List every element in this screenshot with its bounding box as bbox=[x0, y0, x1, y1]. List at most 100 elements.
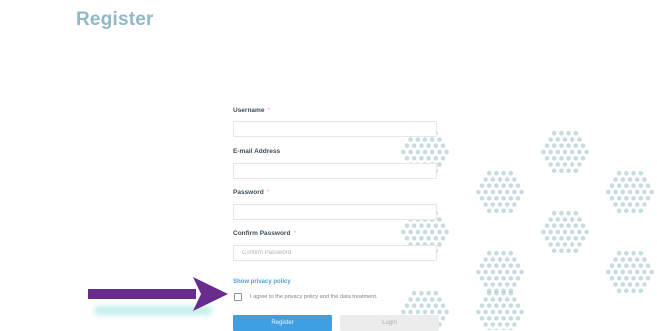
pattern-dot bbox=[486, 170, 492, 176]
pattern-dot bbox=[569, 137, 575, 142]
username-input[interactable] bbox=[233, 121, 437, 137]
show-privacy-policy-link[interactable]: Show privacy policy bbox=[233, 279, 291, 285]
pattern-dot bbox=[634, 202, 640, 207]
pattern-dot bbox=[501, 316, 506, 321]
register-button[interactable]: Register bbox=[233, 315, 332, 331]
page-title: Register bbox=[76, 9, 154, 30]
pattern-dot bbox=[631, 288, 636, 294]
pattern-dot bbox=[555, 149, 561, 155]
pattern-dot bbox=[559, 156, 564, 161]
pattern-dot bbox=[419, 223, 424, 228]
arrow-head bbox=[193, 277, 228, 311]
pattern-dot bbox=[497, 309, 503, 315]
pattern-dot bbox=[476, 309, 481, 315]
pattern-dot bbox=[638, 170, 644, 176]
pattern-dot bbox=[544, 156, 550, 161]
pattern-dot bbox=[551, 143, 557, 148]
pattern-dot bbox=[483, 322, 488, 327]
pattern-dot bbox=[573, 236, 579, 241]
pattern-dot bbox=[508, 170, 514, 176]
pattern-dot bbox=[404, 143, 410, 148]
pattern-dot bbox=[642, 282, 647, 287]
pattern-dot bbox=[551, 130, 557, 136]
pattern-dot bbox=[501, 250, 506, 256]
pattern-dot bbox=[627, 202, 633, 207]
pattern-dot bbox=[408, 229, 413, 235]
pattern-dot bbox=[512, 282, 517, 287]
username-label: Username * bbox=[233, 107, 270, 114]
pattern-dot bbox=[638, 183, 644, 188]
pattern-dot bbox=[559, 168, 564, 174]
pattern-dot bbox=[483, 202, 488, 207]
password-input[interactable] bbox=[233, 204, 437, 220]
login-button[interactable]: Login bbox=[340, 315, 439, 331]
pattern-dot bbox=[569, 149, 575, 155]
pattern-dot bbox=[577, 137, 582, 142]
confirm-password-input[interactable] bbox=[233, 245, 437, 261]
purple-arrow-annotation bbox=[88, 277, 228, 315]
pattern-dot bbox=[562, 217, 568, 222]
pattern-dot bbox=[440, 143, 446, 148]
pattern-dot bbox=[569, 242, 575, 247]
pattern-dot bbox=[444, 309, 449, 315]
pattern-dot bbox=[422, 137, 428, 142]
pattern-dot bbox=[566, 168, 571, 174]
pattern-dot bbox=[515, 303, 521, 308]
pattern-dot bbox=[548, 229, 553, 235]
pattern-dot bbox=[638, 263, 644, 268]
pattern-dot bbox=[551, 168, 557, 174]
pattern-dot bbox=[512, 269, 517, 275]
pattern-dot bbox=[494, 170, 499, 176]
pattern-dot bbox=[437, 137, 442, 142]
pattern-dot bbox=[415, 137, 421, 142]
pattern-dot bbox=[483, 297, 488, 302]
pattern-dot bbox=[555, 242, 561, 247]
pattern-dot bbox=[609, 183, 615, 188]
pattern-dot bbox=[559, 130, 564, 136]
pattern-dot bbox=[631, 263, 636, 268]
pattern-dot bbox=[401, 229, 406, 235]
pattern-dot bbox=[562, 242, 568, 247]
email-input[interactable] bbox=[233, 163, 437, 179]
pattern-dot bbox=[638, 288, 644, 294]
pattern-dot bbox=[494, 263, 499, 268]
pattern-dot bbox=[634, 189, 640, 195]
pattern-dot bbox=[555, 217, 561, 222]
pattern-dot bbox=[577, 217, 582, 222]
pattern-dot bbox=[404, 236, 410, 241]
pattern-dot bbox=[415, 297, 421, 302]
confirm-password-label: Confirm Password * bbox=[233, 230, 296, 237]
pattern-dot bbox=[440, 223, 446, 228]
pattern-dot bbox=[426, 143, 431, 148]
pattern-dot bbox=[490, 322, 496, 327]
pattern-dot bbox=[620, 202, 626, 207]
pattern-dot bbox=[494, 303, 499, 308]
pattern-dot bbox=[411, 143, 417, 148]
pattern-dot bbox=[444, 229, 449, 235]
pattern-dot bbox=[642, 189, 647, 195]
pattern-dot bbox=[569, 229, 575, 235]
pattern-dot bbox=[497, 257, 503, 262]
pattern-dot bbox=[580, 236, 586, 241]
pattern-dot bbox=[419, 290, 424, 296]
pattern-dot bbox=[616, 196, 622, 201]
pattern-dot bbox=[627, 269, 633, 275]
pattern-dot bbox=[584, 149, 589, 155]
pattern-dot bbox=[419, 236, 424, 241]
pattern-dot bbox=[551, 210, 557, 216]
pattern-dot bbox=[577, 149, 582, 155]
pattern-dot bbox=[649, 269, 654, 275]
pattern-dot bbox=[620, 177, 626, 182]
pattern-dot bbox=[541, 229, 546, 235]
pattern-dot bbox=[620, 257, 626, 262]
pattern-dot bbox=[479, 196, 485, 201]
pattern-dot bbox=[501, 276, 506, 281]
pattern-dot bbox=[429, 309, 435, 315]
pattern-dot bbox=[577, 229, 582, 235]
pattern-dot bbox=[627, 189, 633, 195]
pattern-dot bbox=[426, 223, 431, 228]
pattern-dot bbox=[504, 282, 510, 287]
pattern-dot bbox=[419, 156, 424, 161]
pattern-dot bbox=[573, 210, 579, 216]
pattern-dot bbox=[631, 196, 636, 201]
